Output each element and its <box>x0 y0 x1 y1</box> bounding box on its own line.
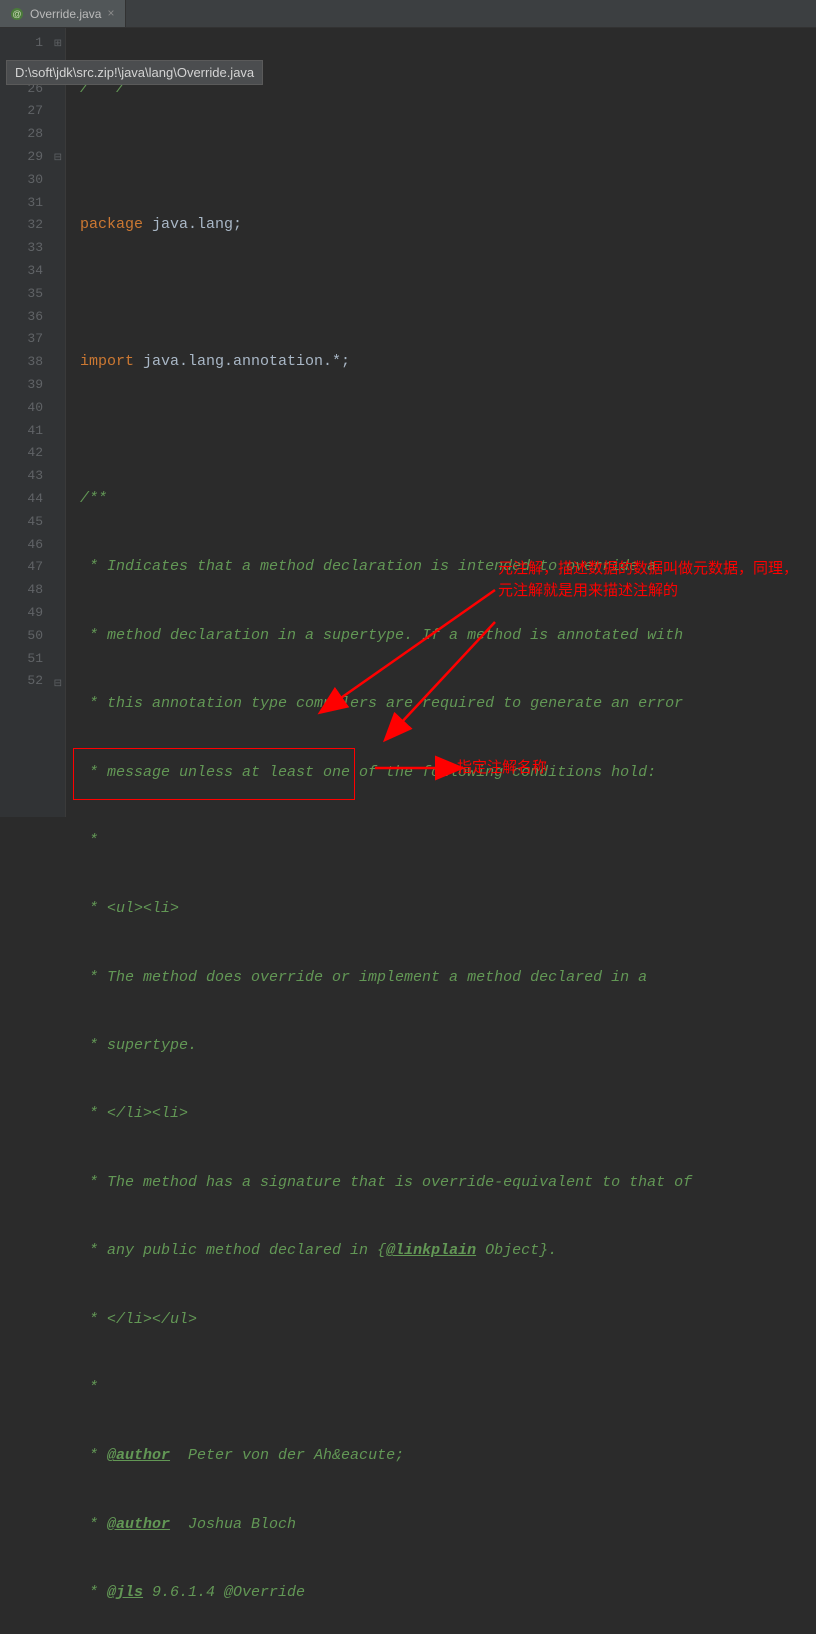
file-tab[interactable]: @ Override.java × <box>0 0 126 27</box>
line-number: 49 <box>0 602 65 625</box>
java-class-icon: @ <box>10 7 24 21</box>
line-number: 43 <box>0 465 65 488</box>
code-text: @linkplain <box>386 1242 476 1259</box>
code-text: * <box>80 832 98 849</box>
line-number: 33 <box>0 237 65 260</box>
line-number: 51 <box>0 648 65 671</box>
code-text: * method declaration in a supertype. If … <box>80 627 683 644</box>
line-number: 30 <box>0 169 65 192</box>
code-text: java.lang.annotation.*; <box>143 353 350 370</box>
line-number: 47 <box>0 556 65 579</box>
path-tooltip: D:\soft\jdk\src.zip!\java\lang\Override.… <box>6 60 263 85</box>
annotation-name: 指定注解名称 <box>457 757 547 779</box>
close-icon[interactable]: × <box>107 7 114 21</box>
editor: 1 25 26 27 28 29 30 31 32 33 34 35 36 37… <box>0 28 816 817</box>
code-text: * this annotation type compilers are req… <box>80 695 683 712</box>
line-number: 35 <box>0 283 65 306</box>
line-number: 50 <box>0 625 65 648</box>
tab-label: Override.java <box>30 7 101 21</box>
code-text: * The method does override or implement … <box>80 969 647 986</box>
line-number: 28 <box>0 123 65 146</box>
code-text: @author <box>107 1516 170 1533</box>
code-text: * supertype. <box>80 1037 197 1054</box>
line-number: 31 <box>0 192 65 215</box>
gutter: 1 25 26 27 28 29 30 31 32 33 34 35 36 37… <box>0 28 66 817</box>
code-text: @author <box>107 1447 170 1464</box>
line-number: 32 <box>0 214 65 237</box>
line-number: 41 <box>0 420 65 443</box>
code-text: * any public method declared in { <box>80 1242 386 1259</box>
code-text: * </li><li> <box>80 1105 188 1122</box>
code-text: java.lang; <box>152 216 242 233</box>
code-text: * <box>80 1447 107 1464</box>
code-text: * <box>80 1516 107 1533</box>
line-number: 27 <box>0 100 65 123</box>
line-number: 45 <box>0 511 65 534</box>
line-number: 40 <box>0 397 65 420</box>
tab-bar: @ Override.java × <box>0 0 816 28</box>
annotation-meta: 元注解，描述数据的数据叫做元数据，同理，元注解就是用来描述注解的 <box>498 558 798 602</box>
code-text: * <ul><li> <box>80 900 179 917</box>
code-text: Joshua Bloch <box>170 1516 296 1533</box>
line-number: 48 <box>0 579 65 602</box>
fold-icon[interactable]: ⊞ <box>54 34 62 57</box>
code-text: * </li></ul> <box>80 1311 197 1328</box>
code-text: * <box>80 1584 107 1601</box>
line-number: 38 <box>0 351 65 374</box>
svg-text:@: @ <box>12 9 21 19</box>
line-number: 36 <box>0 306 65 329</box>
code-text: Peter von der Ah&eacute; <box>170 1447 404 1464</box>
code-text: * <box>80 1379 98 1396</box>
code-text: package <box>80 216 152 233</box>
code-text: * message unless at least one of the fol… <box>80 764 656 781</box>
code-text: @jls <box>107 1584 143 1601</box>
line-number: 34 <box>0 260 65 283</box>
code-text: import <box>80 353 143 370</box>
line-number: 37 <box>0 328 65 351</box>
code-text: * The method has a signature that is ove… <box>80 1174 692 1191</box>
line-number: 44 <box>0 488 65 511</box>
line-number: 46 <box>0 534 65 557</box>
code-text: /** <box>80 490 107 507</box>
line-number: 39 <box>0 374 65 397</box>
code-text: 9.6.1.4 @Override <box>143 1584 305 1601</box>
fold-icon[interactable]: ⊟ <box>54 148 62 171</box>
line-number: 42 <box>0 442 65 465</box>
fold-icon[interactable]: ⊟ <box>54 674 62 697</box>
code-text: Object}. <box>476 1242 557 1259</box>
code-area[interactable]: / / package java.lang; import java.lang.… <box>66 28 816 817</box>
